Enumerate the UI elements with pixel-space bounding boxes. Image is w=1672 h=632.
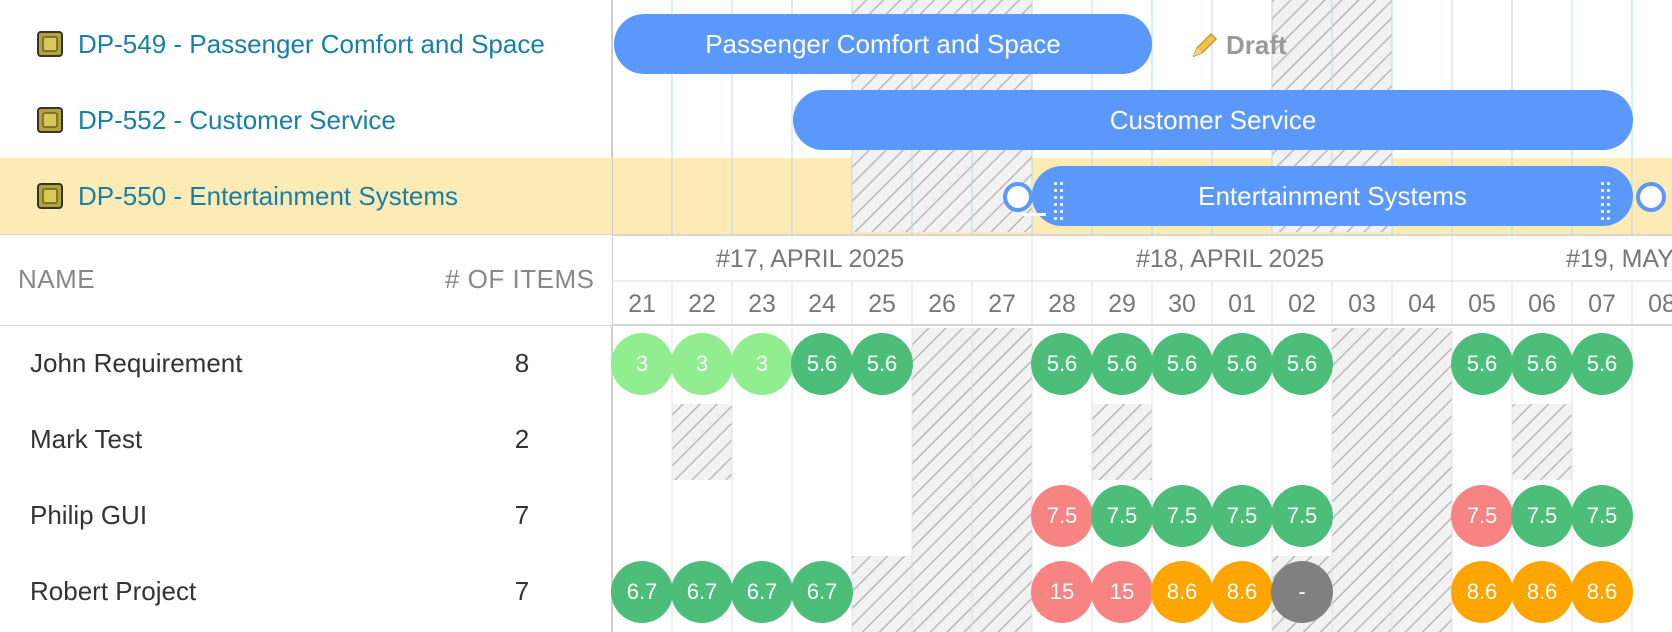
day-label: 28: [1048, 290, 1076, 318]
day-label: 29: [1108, 290, 1136, 318]
day-label: 04: [1408, 290, 1436, 318]
gantt-bar-passenger-comfort[interactable]: Passenger Comfort and Space: [614, 14, 1152, 74]
bar-label: Customer Service: [1109, 104, 1317, 135]
workload-bubble[interactable]: 5.6: [1271, 333, 1333, 395]
workload-bubble[interactable]: 3: [671, 333, 733, 395]
project-row-dp-550[interactable]: DP-550 - Entertainment Systems: [0, 158, 612, 234]
workload-bubble[interactable]: 7.5: [1451, 485, 1513, 547]
day-label: 03: [1348, 290, 1376, 318]
workload-bubble[interactable]: 7.5: [1091, 485, 1153, 547]
workload-bubble[interactable]: 7.5: [1271, 485, 1333, 547]
day-label: 07: [1588, 290, 1616, 318]
workload-bubble[interactable]: 7.5: [1511, 485, 1573, 547]
pencil-icon: [1192, 32, 1218, 58]
day-label: 06: [1528, 290, 1556, 318]
workload-bubble[interactable]: 7.5: [1211, 485, 1273, 547]
workload-bubble[interactable]: -: [1271, 561, 1333, 623]
day-label: 24: [808, 290, 836, 318]
workload-bubble[interactable]: 5.6: [1091, 333, 1153, 395]
resource-name: John Requirement: [30, 348, 243, 378]
resource-item-count: 2: [514, 424, 530, 454]
project-link[interactable]: DP-549 - Passenger Comfort and Space: [78, 29, 545, 60]
status-label: Draft: [1226, 29, 1287, 60]
workload-bubble[interactable]: 6.7: [611, 561, 673, 623]
non-working-hatch: [672, 404, 732, 480]
link-connector: [1022, 213, 1046, 216]
dependency-link-start[interactable]: [1003, 182, 1033, 212]
resource-item-count: 7: [514, 500, 530, 530]
project-link[interactable]: DP-552 - Customer Service: [78, 105, 396, 136]
project-row-dp-549[interactable]: DP-549 - Passenger Comfort and Space: [0, 6, 612, 82]
resource-name: Robert Project: [30, 576, 197, 606]
workload-bubble[interactable]: 8.6: [1151, 561, 1213, 623]
day-label: 23: [748, 290, 776, 318]
workload-bubble[interactable]: 7.5: [1151, 485, 1213, 547]
non-working-hatch: [1092, 404, 1152, 480]
week-label: #17, APRIL 2025: [716, 245, 905, 273]
workload-bubble[interactable]: 7.5: [1571, 485, 1633, 547]
workload-bubble[interactable]: 6.7: [671, 561, 733, 623]
workload-bubble[interactable]: 6.7: [731, 561, 793, 623]
bar-label: Entertainment Systems: [1198, 180, 1467, 211]
day-label: 01: [1228, 290, 1256, 318]
column-header-name[interactable]: NAME: [18, 264, 95, 295]
workload-bubble[interactable]: 7.5: [1031, 485, 1093, 547]
resource-name: Philip GUI: [30, 500, 148, 530]
non-working-hatch: [852, 556, 912, 632]
workload-bubble[interactable]: 15: [1091, 561, 1153, 623]
week-label: #19, MAY: [1566, 245, 1672, 273]
bar-label: Passenger Comfort and Space: [705, 28, 1061, 59]
workload-bubble[interactable]: 15: [1031, 561, 1093, 623]
gantt-bar-entertainment-systems[interactable]: Entertainment Systems: [1032, 166, 1633, 226]
column-header-items[interactable]: # OF ITEMS: [445, 264, 594, 295]
day-label: 27: [988, 290, 1016, 318]
workload-bubble[interactable]: 5.6: [1451, 333, 1513, 395]
day-label: 25: [868, 290, 896, 318]
day-label: 26: [928, 290, 956, 318]
workload-bubble[interactable]: 8.6: [1451, 561, 1513, 623]
day-label: 08: [1648, 290, 1672, 318]
non-working-hatch: [1512, 404, 1572, 480]
resource-table-header: NAME # OF ITEMS: [0, 235, 612, 325]
project-icon: [37, 31, 63, 57]
dependency-link-end[interactable]: [1636, 182, 1666, 212]
workload-bubble[interactable]: 8.6: [1571, 561, 1633, 623]
workload-bubble[interactable]: 3: [611, 333, 673, 395]
resource-name: Mark Test: [30, 424, 143, 454]
workload-bubble[interactable]: 5.6: [1511, 333, 1573, 395]
workload-bubble[interactable]: 6.7: [791, 561, 853, 623]
workload-bubble[interactable]: 5.6: [1031, 333, 1093, 395]
day-label: 05: [1468, 290, 1496, 318]
resize-handle-right[interactable]: [1601, 182, 1611, 222]
resize-handle-left[interactable]: [1054, 182, 1064, 222]
workload-bubble[interactable]: 3: [731, 333, 793, 395]
resource-item-count: 7: [514, 576, 530, 606]
day-label: 30: [1168, 290, 1196, 318]
project-icon: [37, 107, 63, 133]
workload-bubble[interactable]: 5.6: [791, 333, 853, 395]
workload-bubble[interactable]: 8.6: [1511, 561, 1573, 623]
workload-bubble[interactable]: 8.6: [1211, 561, 1273, 623]
gantt-bar-customer-service[interactable]: Customer Service: [793, 90, 1633, 150]
day-label: 21: [628, 290, 656, 318]
week-label: #18, APRIL 2025: [1136, 245, 1325, 273]
project-icon: [37, 183, 63, 209]
day-label: 02: [1288, 290, 1316, 318]
day-label: 22: [688, 290, 716, 318]
workload-bubble[interactable]: 5.6: [1211, 333, 1273, 395]
workload-bubble[interactable]: 5.6: [851, 333, 913, 395]
workload-bubble[interactable]: 5.6: [1151, 333, 1213, 395]
status-draft: Draft: [1190, 25, 1287, 65]
project-link[interactable]: DP-550 - Entertainment Systems: [78, 181, 458, 212]
workload-bubble[interactable]: 5.6: [1571, 333, 1633, 395]
resource-item-count: 8: [514, 348, 530, 378]
project-row-dp-552[interactable]: DP-552 - Customer Service: [0, 82, 612, 158]
